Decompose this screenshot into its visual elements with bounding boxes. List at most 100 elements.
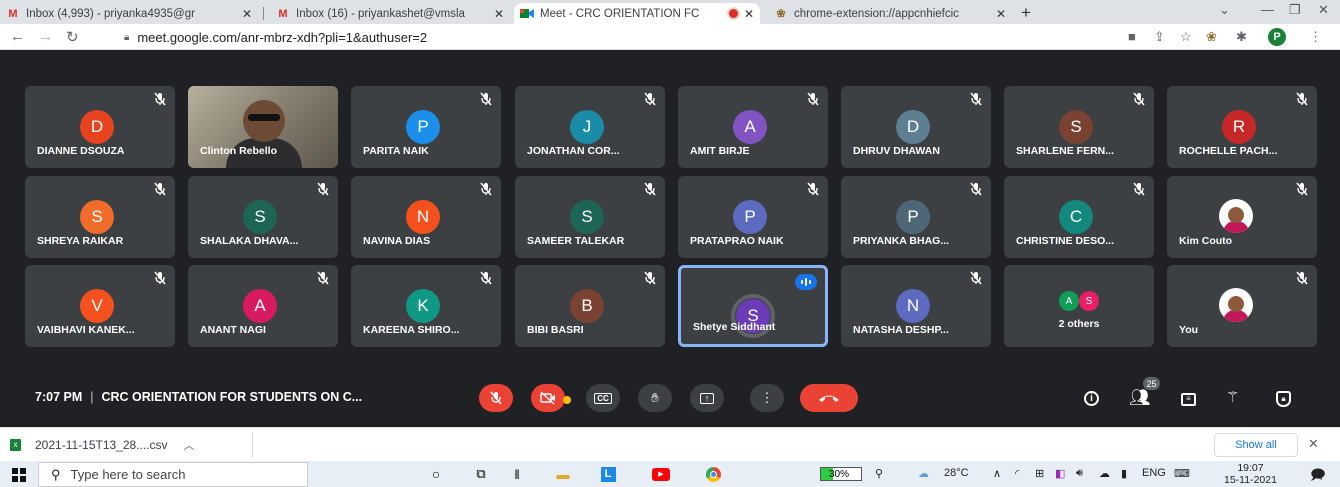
tab-gmail-1[interactable]: M Inbox (4,993) - priyanka4935@gr ✕ — [0, 3, 258, 24]
url-field[interactable]: 🔒︎ meet.google.com/anr-mbrz-xdh?pli=1&au… — [124, 26, 1120, 48]
captions-icon: CC — [594, 392, 612, 404]
tab-strip: M Inbox (4,993) - priyanka4935@gr ✕ M In… — [0, 0, 1340, 24]
participant-tile[interactable]: P PRATAPRAO NAIK — [678, 176, 828, 258]
close-icon[interactable]: ✕ — [242, 7, 252, 21]
participant-tile[interactable]: B BIBI BASRI — [515, 265, 665, 347]
cortana-icon[interactable]: ○ — [426, 464, 446, 484]
weather-icon[interactable]: ☁ — [918, 467, 929, 480]
tab-title: chrome-extension://appcnhiefcic — [794, 7, 959, 20]
avatar: N — [896, 289, 930, 323]
pinned-separator: ‖ — [514, 466, 520, 482]
host-controls-icon[interactable]: 🔒︎ — [1276, 388, 1291, 407]
participant-tile[interactable]: J JONATHAN COR... — [515, 86, 665, 168]
tab-gmail-2[interactable]: M Inbox (16) - priyankashet@vmsla ✕ — [270, 3, 510, 24]
chevron-up-icon[interactable]: ︿ — [184, 437, 195, 453]
close-shelf-icon[interactable]: ✕ — [1308, 436, 1319, 452]
raise-hand-button[interactable]: ✋︎ — [638, 384, 672, 412]
participant-tile[interactable]: AS 2 others — [1004, 265, 1154, 347]
keyboard-icon[interactable]: ⌨ — [1174, 467, 1190, 480]
participant-tile[interactable]: D DHRUV DHAWAN — [841, 86, 991, 168]
participant-tile[interactable]: D DIANNE DSOUZA — [25, 86, 175, 168]
wifi-icon[interactable]: ◜ — [1015, 467, 1019, 480]
participant-tile[interactable]: S Shetye Siddhant — [678, 265, 828, 347]
forward-icon[interactable]: → — [38, 28, 53, 45]
youtube-icon[interactable]: ▶ — [650, 464, 672, 484]
mic-off-icon — [1132, 182, 1146, 196]
camera-icon[interactable]: ■ — [1128, 29, 1136, 44]
participant-tile[interactable]: N NAVINA DIAS — [351, 176, 501, 258]
restore-button[interactable]: ❐ — [1289, 2, 1301, 18]
participant-tile[interactable]: S SAMEER TALEKAR — [515, 176, 665, 258]
captions-button[interactable]: CC — [586, 384, 620, 412]
weather-temp[interactable]: 28°C — [944, 467, 969, 479]
chrome-icon[interactable] — [702, 464, 724, 484]
participant-tile[interactable]: K KAREENA SHIRO... — [351, 265, 501, 347]
reload-icon[interactable]: ↻ — [66, 28, 79, 46]
tab-search-icon[interactable]: ⌄ — [1219, 2, 1230, 18]
file-explorer-icon[interactable]: ▬ — [552, 464, 574, 484]
participant-tile[interactable]: P PRIYANKA BHAG... — [841, 176, 991, 258]
recording-icon — [728, 9, 738, 18]
battery-indicator[interactable]: 30% — [820, 467, 862, 481]
chat-icon[interactable]: ≡ — [1181, 388, 1196, 406]
tab-meet[interactable]: Meet - CRC ORIENTATION FC ✕ — [514, 3, 760, 24]
tab-title: Meet - CRC ORIENTATION FC — [540, 7, 700, 20]
participant-tile[interactable]: A AMIT BIRJE — [678, 86, 828, 168]
mic-off-icon — [479, 182, 493, 196]
present-button[interactable]: ↑ — [690, 384, 724, 412]
download-filename: 2021-11-15T13_28....csv — [35, 438, 168, 452]
minimize-button[interactable]: — — [1261, 2, 1274, 17]
volume-icon[interactable]: 🔊︎ — [1076, 467, 1083, 480]
usb-icon[interactable]: ▮ — [1121, 467, 1127, 480]
bookmark-star-icon[interactable]: ☆ — [1180, 29, 1192, 45]
participant-tile[interactable]: S SHREYA RAIKAR — [25, 176, 175, 258]
participant-tile[interactable]: Clinton Rebello — [188, 86, 338, 168]
participant-tile[interactable]: R ROCHELLE PACH... — [1167, 86, 1317, 168]
more-options-button[interactable]: ⋮ — [750, 384, 784, 412]
participant-tile[interactable]: V VAIBHAVI KANEK... — [25, 265, 175, 347]
download-item[interactable]: x 2021-11-15T13_28....csv ︿ — [10, 437, 195, 453]
mic-toggle-button[interactable] — [479, 384, 513, 412]
url-text: meet.google.com/anr-mbrz-xdh?pli=1&authu… — [137, 29, 428, 45]
participant-tile[interactable]: A ANANT NAGI — [188, 265, 338, 347]
participant-count-badge: 25 — [1143, 377, 1160, 390]
close-icon[interactable]: ✕ — [744, 7, 754, 21]
share-icon[interactable]: ⇪ — [1154, 29, 1165, 45]
windows-start-icon[interactable] — [12, 468, 26, 482]
language-indicator[interactable]: ENG — [1142, 467, 1166, 479]
camera-toggle-button[interactable] — [531, 384, 565, 412]
participant-tile[interactable]: Kim Couto — [1167, 176, 1317, 258]
close-icon[interactable]: ✕ — [996, 7, 1006, 21]
avatar: D — [80, 110, 114, 144]
csv-file-icon: x — [10, 439, 21, 451]
extension-icon[interactable]: ❀ — [1206, 29, 1217, 45]
people-icon[interactable]: 👥︎ — [1129, 388, 1151, 408]
app-tray-icon[interactable]: ◧ — [1055, 467, 1065, 480]
network-icon[interactable]: ⊞ — [1035, 467, 1044, 480]
menu-dots-icon[interactable]: ⋮ — [1309, 29, 1322, 45]
close-window-button[interactable]: ✕ — [1318, 2, 1329, 18]
participant-tile[interactable]: S SHALAKA DHAVA... — [188, 176, 338, 258]
puzzle-icon[interactable]: ✱ — [1236, 29, 1247, 45]
app-l-icon[interactable]: L — [597, 464, 619, 484]
task-view-icon[interactable]: ⧉ — [470, 464, 492, 484]
participant-tile[interactable]: P PARITA NAIK — [351, 86, 501, 168]
chevron-up-icon[interactable]: ∧ — [993, 467, 1001, 480]
profile-avatar[interactable]: P — [1268, 28, 1286, 46]
participant-tile[interactable]: C CHRISTINE DESO... — [1004, 176, 1154, 258]
participant-tile[interactable]: N NATASHA DESHP... — [841, 265, 991, 347]
leave-call-button[interactable] — [800, 384, 858, 412]
tab-extension[interactable]: ❀ chrome-extension://appcnhiefcic ✕ — [768, 3, 1012, 24]
new-tab-button[interactable]: + — [1021, 3, 1031, 23]
show-all-button[interactable]: Show all — [1214, 433, 1298, 457]
taskbar-search[interactable]: ⚲ Type here to search — [38, 462, 308, 487]
activities-icon[interactable]: ⚚ — [1226, 388, 1239, 406]
participant-tile[interactable]: S SHARLENE FERN... — [1004, 86, 1154, 168]
close-icon[interactable]: ✕ — [494, 7, 504, 21]
participant-tile[interactable]: You — [1167, 265, 1317, 347]
meeting-details-icon[interactable]: i — [1084, 388, 1099, 406]
onedrive-icon[interactable]: ☁ — [1099, 467, 1110, 480]
taskbar-clock[interactable]: 19:07 15-11-2021 — [1224, 462, 1277, 486]
avatar: S — [1079, 291, 1099, 311]
back-icon[interactable]: ← — [10, 28, 25, 45]
